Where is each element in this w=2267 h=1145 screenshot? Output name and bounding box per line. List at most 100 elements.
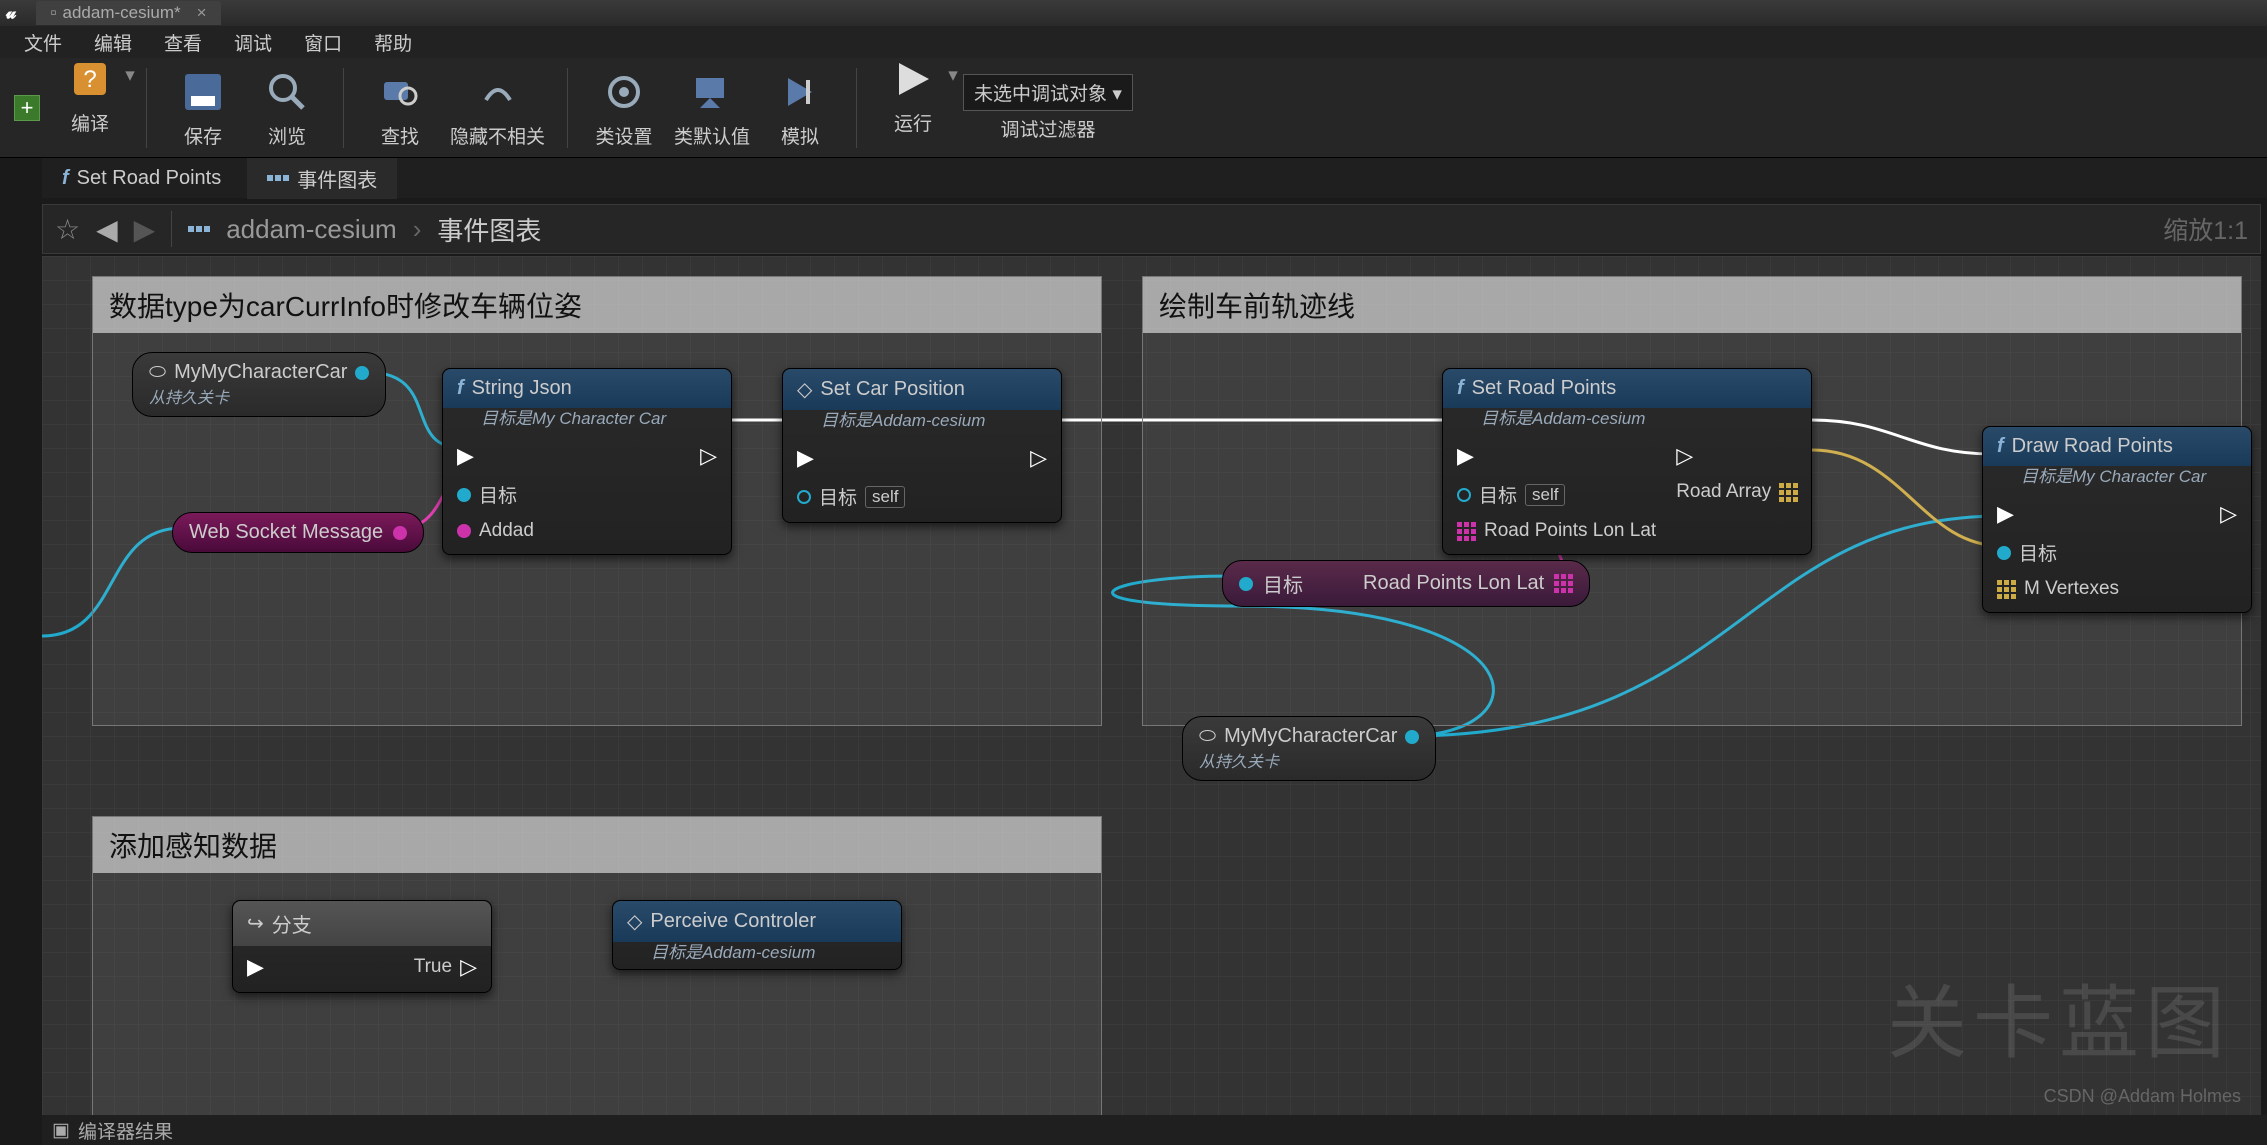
array-pin[interactable] xyxy=(1457,522,1476,541)
exec-in-pin[interactable]: ▶ xyxy=(1457,443,1474,469)
debug-dropdown[interactable]: 未选中调试对象 ▾ xyxy=(963,74,1133,111)
node-reroute[interactable]: 目标 Road Points Lon Lat xyxy=(1222,560,1590,607)
tool-class-defaults-label: 类默认值 xyxy=(674,122,750,149)
array-pin[interactable] xyxy=(1997,580,2016,599)
perceive-title: Perceive Controler xyxy=(650,910,816,933)
breadcrumb-leaf[interactable]: 事件图表 xyxy=(437,211,541,248)
exec-in-pin[interactable]: ▶ xyxy=(1997,501,2014,527)
menu-help[interactable]: 帮助 xyxy=(360,25,426,60)
perceive-sub: 目标是Addam-cesium xyxy=(613,938,901,969)
menu-window[interactable]: 窗口 xyxy=(290,25,356,60)
tool-play[interactable]: 运行▾ xyxy=(879,53,947,163)
node-set-road-points[interactable]: fSet Road Points 目标是Addam-cesium ▶ 目标sel… xyxy=(1442,368,1812,555)
tool-class-defaults[interactable]: 类默认值 xyxy=(674,66,750,149)
exec-out-pin[interactable]: ▷ xyxy=(1030,445,1047,471)
menu-debug[interactable]: 调试 xyxy=(220,25,286,60)
svg-text:?: ? xyxy=(83,66,96,93)
node-set-car-position[interactable]: ◇Set Car Position 目标是Addam-cesium ▶ 目标se… xyxy=(782,368,1062,523)
setcarpos-sub: 目标是Addam-cesium xyxy=(783,406,1061,437)
pin-roadpts-label: Road Points Lon Lat xyxy=(1484,520,1656,542)
var-car1-label: MyMyCharacterCar xyxy=(174,361,347,384)
output-pin[interactable] xyxy=(393,526,407,540)
node-draw-road-points[interactable]: fDraw Road Points 目标是My Character Car ▶ … xyxy=(1982,426,2252,613)
stringjson-title: String Json xyxy=(472,377,572,400)
tool-hide[interactable]: 隐藏不相关 xyxy=(450,66,545,149)
zoom-label: 缩放1:1 xyxy=(2163,211,2248,247)
exec-in-pin[interactable]: ▶ xyxy=(247,954,264,980)
diamond-icon: ◇ xyxy=(627,909,642,934)
watermark: 关卡蓝图 xyxy=(1887,959,2231,1075)
exec-out-pin[interactable]: ▷ xyxy=(2220,501,2237,527)
var-car2-label: MyMyCharacterCar xyxy=(1224,725,1397,748)
object-icon: ⬭ xyxy=(1199,725,1216,748)
bottom-bar[interactable]: ▣ 编译器结果 xyxy=(42,1115,2267,1145)
favorite-icon[interactable]: ☆ xyxy=(55,213,80,246)
target-pin[interactable] xyxy=(1457,488,1471,502)
breadcrumb-root[interactable]: addam-cesium xyxy=(226,214,397,245)
node-string-json[interactable]: fString Json 目标是My Character Car ▶ 目标 Ad… xyxy=(442,368,732,555)
close-icon[interactable]: × xyxy=(197,3,207,23)
tool-compile[interactable]: ? 编译 ▾ xyxy=(56,53,124,163)
title-bar: 𝓾 ▫ addam-cesium* × xyxy=(0,0,2267,26)
array-out-pin[interactable] xyxy=(1554,574,1573,593)
drawroad-sub: 目标是My Character Car xyxy=(1983,462,2251,493)
tool-save-label: 保存 xyxy=(184,122,222,149)
output-pin[interactable] xyxy=(1405,730,1419,744)
tool-browse[interactable]: 浏览 xyxy=(253,66,321,149)
exec-out-pin[interactable]: ▷ xyxy=(460,954,477,980)
output-pin[interactable] xyxy=(355,366,369,380)
function-icon: f xyxy=(1457,377,1464,400)
branch-true-label: True xyxy=(414,956,452,978)
debug-selector: 未选中调试对象 ▾ 调试过滤器 xyxy=(963,74,1133,142)
addad-pin[interactable] xyxy=(457,524,471,538)
function-icon: f xyxy=(62,167,69,190)
menu-view[interactable]: 查看 xyxy=(150,25,216,60)
self-label: self xyxy=(865,486,905,508)
target-pin[interactable] xyxy=(457,488,471,502)
var-car1-sub: 从持久关卡 xyxy=(149,384,229,408)
node-var-mycharactercar-1[interactable]: ⬭ MyMyCharacterCar 从持久关卡 xyxy=(132,352,386,417)
node-perceive-controller[interactable]: ◇ Perceive Controler 目标是Addam-cesium xyxy=(612,900,902,970)
comment-2-title[interactable]: 绘制车前轨迹线 xyxy=(1143,277,2241,333)
function-icon: f xyxy=(1997,435,2004,458)
node-branch[interactable]: ↪分支 ▶ True▷ xyxy=(232,900,492,993)
title-tab[interactable]: ▫ addam-cesium* × xyxy=(36,1,220,25)
var-car2-sub: 从持久关卡 xyxy=(1199,748,1279,772)
reroute-target-label: 目标 xyxy=(1263,569,1303,598)
tool-class-settings[interactable]: 类设置 xyxy=(590,66,658,149)
exec-in-pin[interactable]: ▶ xyxy=(457,443,474,469)
array-out-pin[interactable] xyxy=(1779,483,1798,502)
exec-out-pin[interactable]: ▷ xyxy=(700,443,717,469)
node-websocket-message[interactable]: Web Socket Message xyxy=(172,512,424,553)
object-icon: ⬭ xyxy=(149,361,166,384)
nav-forward[interactable]: ▶ xyxy=(134,213,156,246)
node-var-mycharactercar-2[interactable]: ⬭ MyMyCharacterCar 从持久关卡 xyxy=(1182,716,1436,781)
title-tab-label: addam-cesium* xyxy=(63,3,181,23)
nav-back[interactable]: ◀ xyxy=(96,213,118,246)
exec-in-pin[interactable]: ▶ xyxy=(797,445,814,471)
drawroad-title: Draw Road Points xyxy=(2012,435,2173,458)
tool-find-label: 查找 xyxy=(381,122,419,149)
comment-1-title[interactable]: 数据type为carCurrInfo时修改车辆位姿 xyxy=(93,277,1101,333)
tool-save[interactable]: 保存 xyxy=(169,66,237,149)
compiler-results-label: 编译器结果 xyxy=(78,1117,173,1144)
add-button[interactable]: + xyxy=(14,95,40,121)
debug-filter-label: 调试过滤器 xyxy=(1000,115,1095,142)
terminal-icon: ▣ xyxy=(52,1119,70,1142)
file-icon: ▫ xyxy=(50,3,56,23)
comment-3-title[interactable]: 添加感知数据 xyxy=(93,817,1101,873)
self-label: self xyxy=(1525,484,1565,506)
target-pin[interactable] xyxy=(797,490,811,504)
graph-canvas[interactable]: 数据type为carCurrInfo时修改车辆位姿 绘制车前轨迹线 添加感知数据… xyxy=(42,256,2261,1115)
wsmsg-label: Web Socket Message xyxy=(189,521,383,544)
target-in-pin[interactable] xyxy=(1239,577,1253,591)
diamond-icon: ◇ xyxy=(797,377,812,402)
subtab-eventgraph[interactable]: 事件图表 xyxy=(247,158,397,199)
subtab-setroadpoints[interactable]: fSet Road Points xyxy=(42,161,241,196)
setcarpos-title: Set Car Position xyxy=(820,378,965,401)
tool-simulate[interactable]: 模拟 xyxy=(766,66,834,149)
menu-bar: 文件 编辑 查看 调试 窗口 帮助 xyxy=(0,26,2267,58)
exec-out-pin[interactable]: ▷ xyxy=(1676,443,1693,469)
target-pin[interactable] xyxy=(1997,546,2011,560)
tool-find[interactable]: 查找 xyxy=(366,66,434,149)
